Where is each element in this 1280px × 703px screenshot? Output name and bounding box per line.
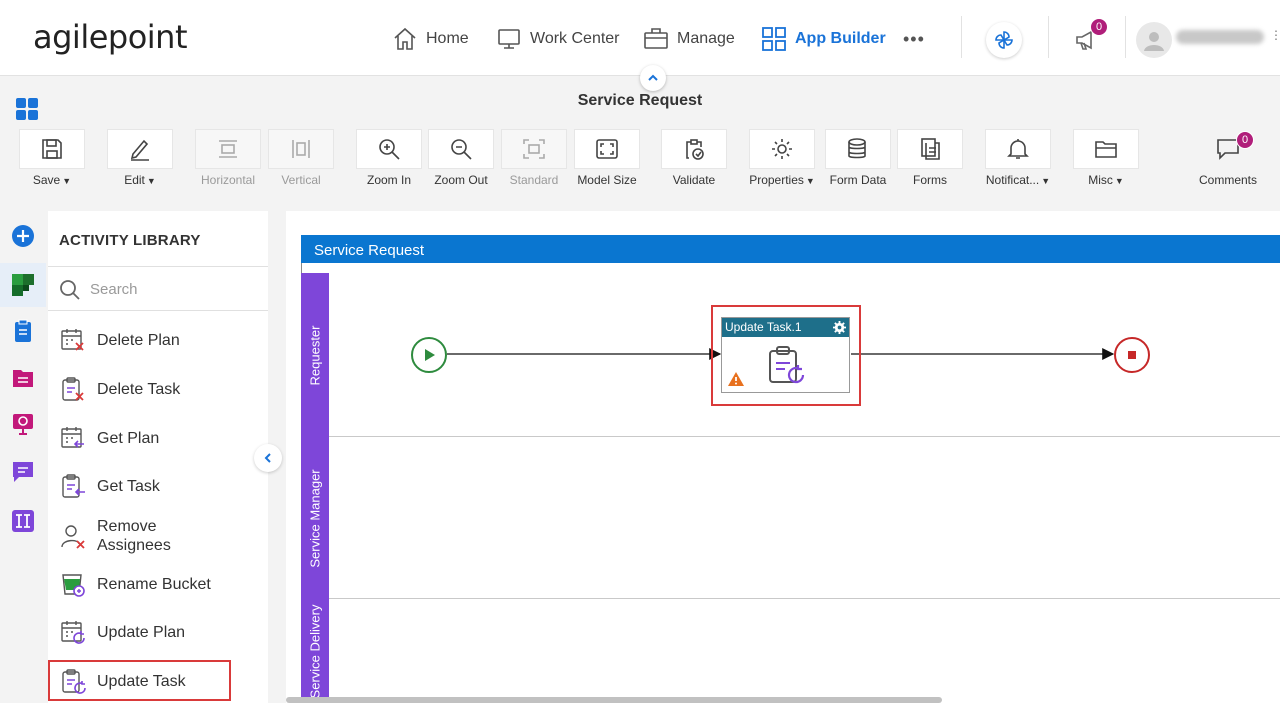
horizontal-scrollbar[interactable] — [286, 697, 942, 703]
end-event[interactable] — [1113, 336, 1151, 374]
flow-connectors — [447, 348, 1115, 360]
collapse-header-button[interactable] — [640, 65, 666, 91]
stop-icon — [1128, 351, 1136, 359]
highlight-box — [711, 305, 861, 406]
start-event[interactable] — [410, 336, 448, 374]
chevron-up-icon — [648, 74, 658, 81]
